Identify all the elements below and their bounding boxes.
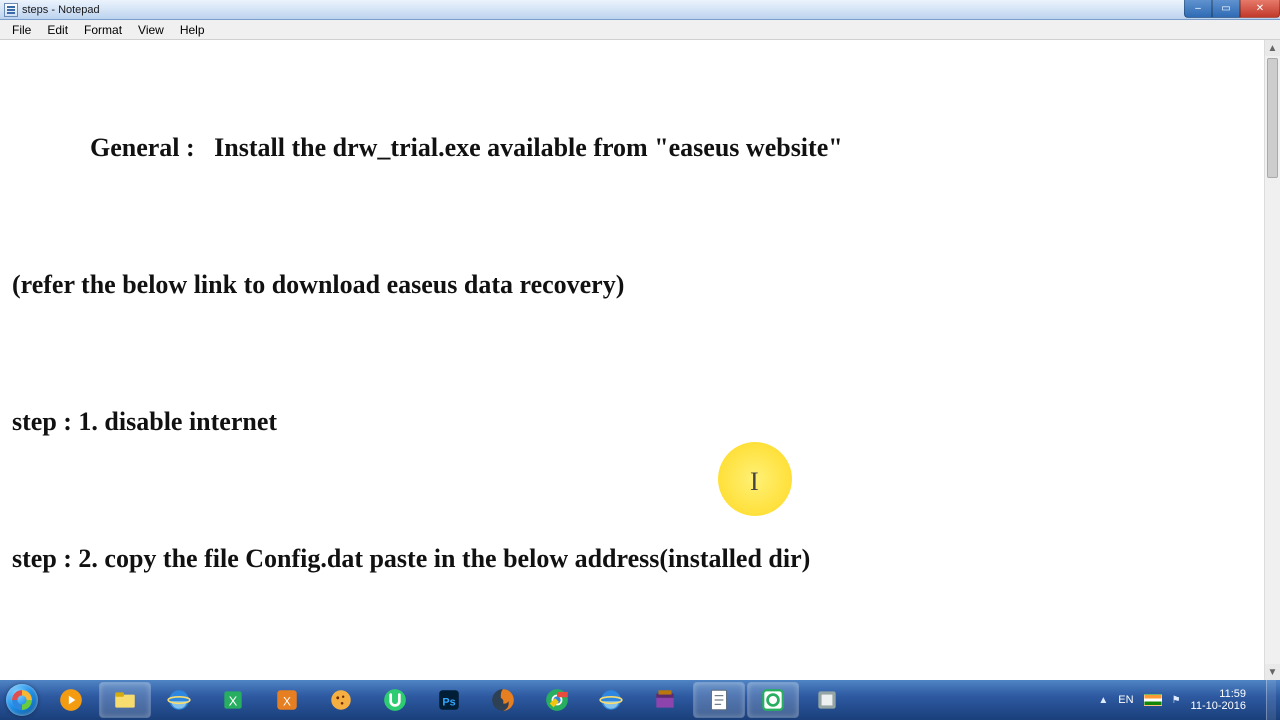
file-explorer-icon [110,685,140,715]
system-tray: ▲ EN ⚑ 11:59 11-10-2016 [1098,680,1276,720]
action-center-icon[interactable]: ⚑ [1172,695,1181,706]
xampp-taskbar-button[interactable]: X [262,683,312,717]
utorrent-taskbar-button[interactable] [370,683,420,717]
ie-alt-icon [596,685,626,715]
keyboard-layout-icon[interactable] [1144,694,1162,706]
menu-help[interactable]: Help [172,21,213,39]
text-editor[interactable]: General : Install the drw_trial.exe avai… [0,40,1264,680]
svg-text:X: X [283,694,291,708]
menu-file[interactable]: File [4,21,39,39]
scroll-down-button[interactable]: ▼ [1265,664,1280,680]
ie-icon [164,685,194,715]
notepad-icon [704,685,734,715]
heading-indent [12,133,90,162]
menu-format[interactable]: Format [76,21,130,39]
windows-logo-icon [6,684,38,716]
xampp-icon: X [272,685,302,715]
menu-edit[interactable]: Edit [39,21,76,39]
cookie-icon [326,685,356,715]
vertical-scrollbar[interactable]: ▲ ▼ [1264,40,1280,680]
firefox-icon [488,685,518,715]
line-step1: step : 1. disable internet [12,402,1252,441]
language-indicator[interactable]: EN [1118,694,1133,706]
camtasia-taskbar-button[interactable] [748,683,798,717]
maximize-button[interactable]: ▭ [1212,0,1240,18]
media-player-icon [56,685,86,715]
close-button[interactable]: ✕ [1240,0,1280,18]
app-misc-icon [812,685,842,715]
start-button[interactable] [2,680,42,720]
scroll-thumb[interactable] [1267,58,1278,178]
camtasia-icon [758,685,788,715]
clock[interactable]: 11:59 11-10-2016 [1191,688,1252,712]
media-player-taskbar-button[interactable] [46,683,96,717]
heading-text: General : Install the drw_trial.exe avai… [90,133,843,162]
line-step2: step : 2. copy the file Config.dat paste… [12,539,1252,578]
titlebar: steps - Notepad – ▭ ✕ [0,0,1280,20]
firefox-taskbar-button[interactable] [478,683,528,717]
photoshop-taskbar-button[interactable]: Ps [424,683,474,717]
winrar-taskbar-button[interactable] [640,683,690,717]
ie-alt-taskbar-button[interactable] [586,683,636,717]
cookie-taskbar-button[interactable] [316,683,366,717]
text-caret-icon: I [750,462,759,501]
chrome-taskbar-button[interactable] [532,683,582,717]
tray-overflow-icon[interactable]: ▲ [1098,695,1108,706]
excel-taskbar-button[interactable]: X [208,683,258,717]
menubar: File Edit Format View Help [0,20,1280,40]
ie-taskbar-button[interactable] [154,683,204,717]
clock-time: 11:59 [1191,688,1246,700]
window-title: steps - Notepad [22,4,100,16]
taskbar: X X Ps ▲ EN ⚑ 11:59 11-10-2016 [0,680,1280,720]
notepad-app-icon [4,3,18,17]
window-controls: – ▭ ✕ [1184,0,1280,18]
taskbar-items: X X Ps [46,683,852,717]
photoshop-icon: Ps [434,685,464,715]
app-misc-taskbar-button[interactable] [802,683,852,717]
file-explorer-taskbar-button[interactable] [100,683,150,717]
chrome-icon [542,685,572,715]
minimize-button[interactable]: – [1184,0,1212,18]
scroll-up-button[interactable]: ▲ [1265,40,1280,56]
excel-icon: X [218,685,248,715]
winrar-icon [650,685,680,715]
clock-date: 11-10-2016 [1191,700,1246,712]
utorrent-icon [380,685,410,715]
line-refer: (refer the below link to download easeus… [12,265,1252,304]
svg-text:Ps: Ps [442,696,455,708]
cursor-highlight-icon: I [718,442,792,516]
menu-view[interactable]: View [130,21,172,39]
editor-area: General : Install the drw_trial.exe avai… [0,40,1280,680]
notepad-taskbar-button[interactable] [694,683,744,717]
show-desktop-button[interactable] [1266,680,1276,720]
svg-text:X: X [229,693,238,708]
